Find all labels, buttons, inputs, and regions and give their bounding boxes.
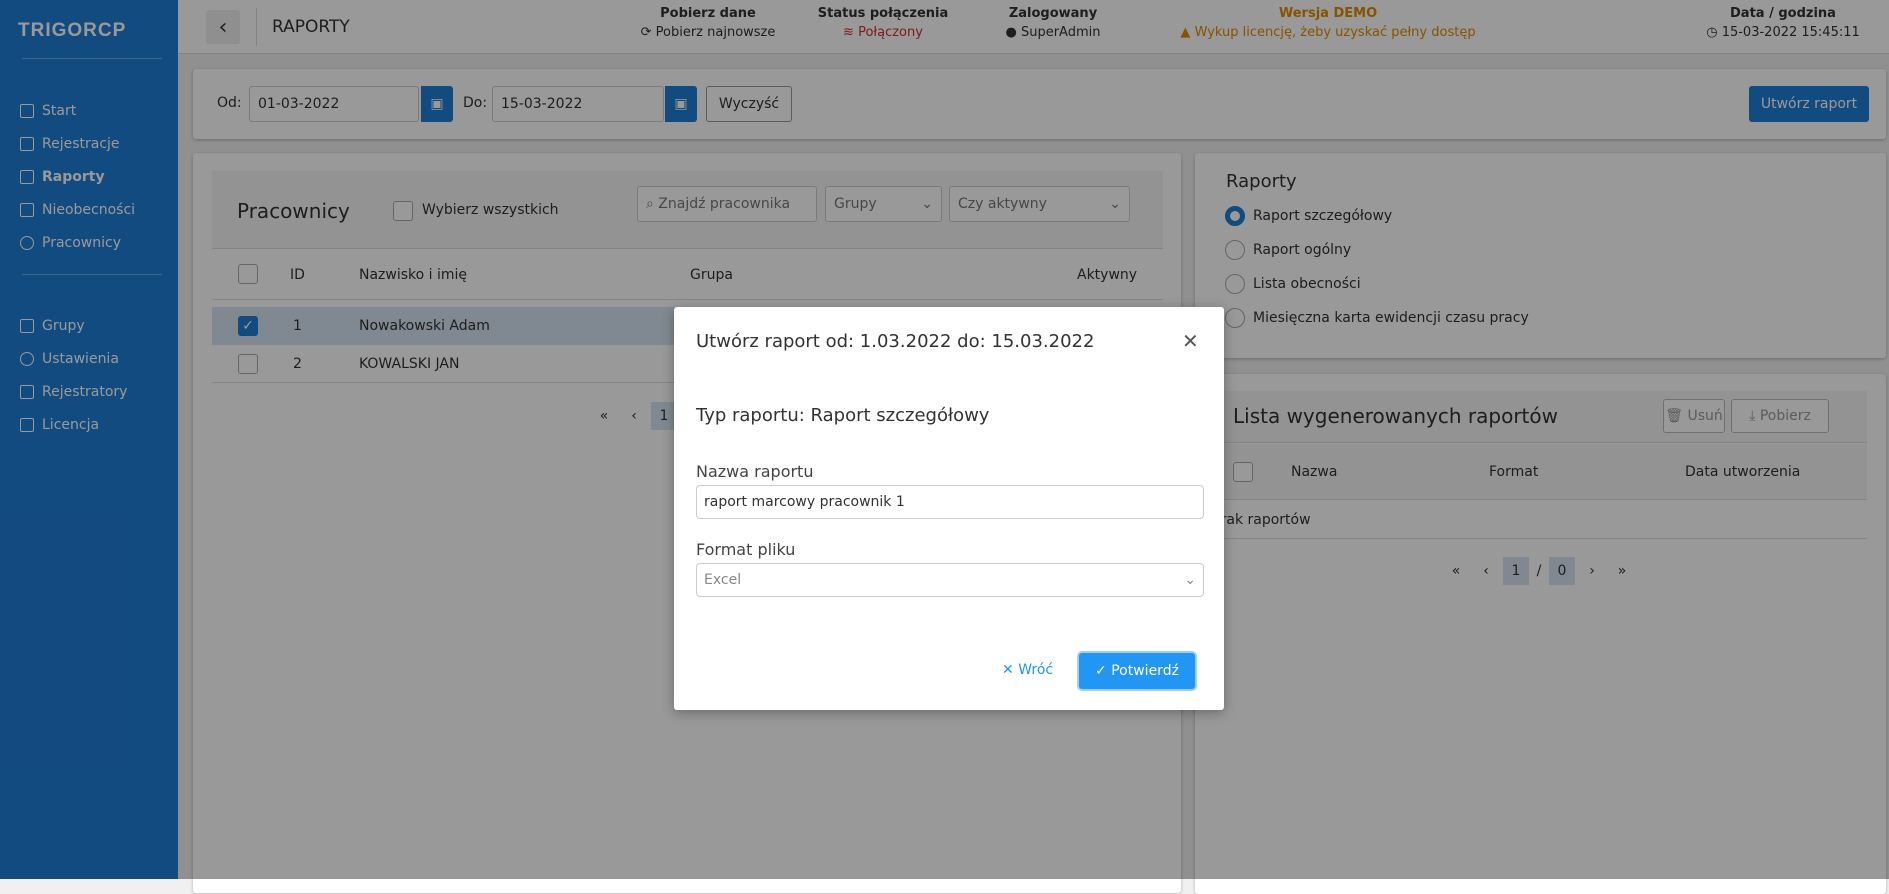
create-report-dialog: Utwórz raport od: 1.03.2022 do: 15.03.20… (674, 307, 1224, 710)
selected-format: Excel (704, 572, 742, 588)
close-button[interactable]: ✕ (1182, 329, 1199, 353)
back-button[interactable]: ✕ Wróć (1002, 662, 1053, 678)
dialog-title: Utwórz raport od: 1.03.2022 do: 15.03.20… (696, 331, 1095, 352)
close-icon: ✕ (1002, 662, 1019, 678)
confirm-button[interactable]: ✓ Potwierdź (1079, 653, 1195, 689)
label: Wróć (1018, 662, 1054, 678)
report-type-text: Typ raportu: Raport szczegółowy (696, 405, 990, 426)
check-icon: ✓ (1095, 663, 1112, 679)
close-icon: ✕ (1182, 329, 1199, 353)
report-name-label: Nazwa raportu (696, 462, 814, 481)
report-name-input[interactable]: raport marcowy pracownik 1 (696, 485, 1204, 519)
label: Potwierdź (1111, 663, 1179, 679)
file-format-label: Format pliku (696, 540, 796, 559)
file-format-select[interactable]: Excel ⌄ (696, 563, 1204, 597)
chevron-down-icon: ⌄ (1184, 572, 1196, 588)
